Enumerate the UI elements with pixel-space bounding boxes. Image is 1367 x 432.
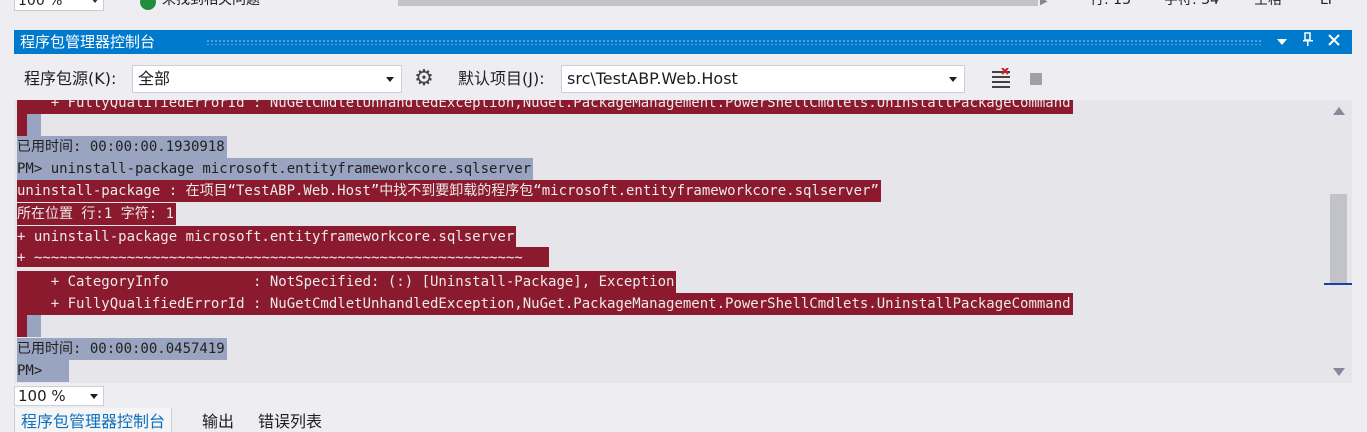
package-source-value: 全部 [138, 69, 171, 88]
editor-horizontal-scrollbar[interactable] [398, 0, 1038, 6]
console-line: 已用时间: 00:00:00.0457419 [17, 338, 227, 360]
console-line: + uninstall-package microsoft.entityfram… [17, 226, 517, 248]
console-vertical-scrollbar[interactable] [1324, 100, 1352, 383]
tab-output[interactable]: 输出 [196, 408, 240, 432]
console-zoom-value: 100 % [18, 387, 66, 405]
console-toolbar: 程序包源(K): 全部 ⚙ 默认项目(J): src\TestABP.Web.H… [14, 54, 1352, 100]
close-icon[interactable] [1324, 32, 1344, 52]
issues-status[interactable]: 未找到相关问题 [162, 0, 260, 9]
console-line [17, 315, 41, 337]
package-source-select[interactable]: 全部 [132, 65, 402, 93]
console-line: + FullyQualifiedErrorId : NuGetCmdletUnh… [17, 293, 1073, 315]
scroll-thumb[interactable] [1330, 194, 1347, 284]
window-menu-icon[interactable] [1272, 32, 1292, 52]
console-line: 所在位置 行:1 字符: 1 [17, 203, 177, 225]
title-grip [206, 39, 1262, 45]
default-project-label: 默认项目(J): [458, 69, 545, 88]
scroll-position-marker [1324, 283, 1352, 285]
line-indicator[interactable]: 行: 13 [1090, 0, 1131, 9]
pin-icon[interactable] [1298, 32, 1318, 52]
tab-package-manager-console[interactable]: 程序包管理器控制台 [14, 408, 173, 432]
console-line: + FullyQualifiedErrorId : NuGetCmdletUnh… [17, 100, 1073, 114]
chevron-down-icon [90, 394, 98, 399]
console-line: uninstall-package : 在项目“TestABP.Web.Host… [17, 180, 881, 202]
error-block [17, 315, 27, 337]
scroll-down-icon[interactable] [1333, 368, 1345, 376]
chevron-down-icon [386, 77, 394, 82]
console-line [17, 114, 41, 136]
console-line: + CategoryInfo : NotSpecified: (:) [Unin… [17, 271, 677, 293]
tool-window-title-bar[interactable]: 程序包管理器控制台 [14, 30, 1352, 54]
clear-console-icon[interactable] [990, 67, 1014, 90]
editor-zoom-select[interactable]: 100 % [14, 0, 104, 11]
scroll-up-icon[interactable] [1333, 107, 1345, 115]
editor-status-strip: 100 % 未找到相关问题 ◀ ▶ 行: 13 字符: 34 空格 LF [0, 0, 1367, 14]
console-prompt[interactable]: PM> [17, 360, 69, 382]
line-ending-indicator[interactable]: LF [1320, 0, 1336, 9]
whitespace-indicator[interactable]: 空格 [1254, 0, 1282, 9]
console-zoom-row: 100 % [14, 383, 1352, 407]
editor-zoom-value: 100 % [18, 0, 63, 9]
console-line: PM> uninstall-package microsoft.entityfr… [17, 158, 534, 180]
bottom-tab-strip: 程序包管理器控制台 输出 错误列表 [14, 408, 1367, 432]
scroll-right-icon[interactable]: ▶ [1040, 0, 1048, 7]
error-block [17, 114, 27, 136]
chevron-down-icon [91, 0, 99, 3]
package-source-label: 程序包源(K): [24, 69, 117, 88]
char-indicator[interactable]: 字符: 34 [1164, 0, 1219, 9]
default-project-value: src\TestABP.Web.Host [567, 69, 738, 88]
chevron-down-icon [949, 77, 957, 82]
check-circle-icon [140, 0, 156, 10]
console-output[interactable]: + FullyQualifiedErrorId : NuGetCmdletUnh… [14, 100, 1326, 383]
tab-error-list[interactable]: 错误列表 [252, 408, 328, 432]
tool-window-title: 程序包管理器控制台 [20, 33, 156, 51]
default-project-select[interactable]: src\TestABP.Web.Host [561, 65, 965, 93]
console-zoom-select[interactable]: 100 % [14, 386, 104, 406]
gear-icon[interactable]: ⚙ [412, 67, 436, 91]
console-line: 已用时间: 00:00:00.1930918 [17, 136, 227, 158]
console-line: + ~~~~~~~~~~~~~~~~~~~~~~~~~~~~~~~~~~~~~~… [17, 247, 549, 267]
stop-icon[interactable] [1030, 73, 1042, 85]
